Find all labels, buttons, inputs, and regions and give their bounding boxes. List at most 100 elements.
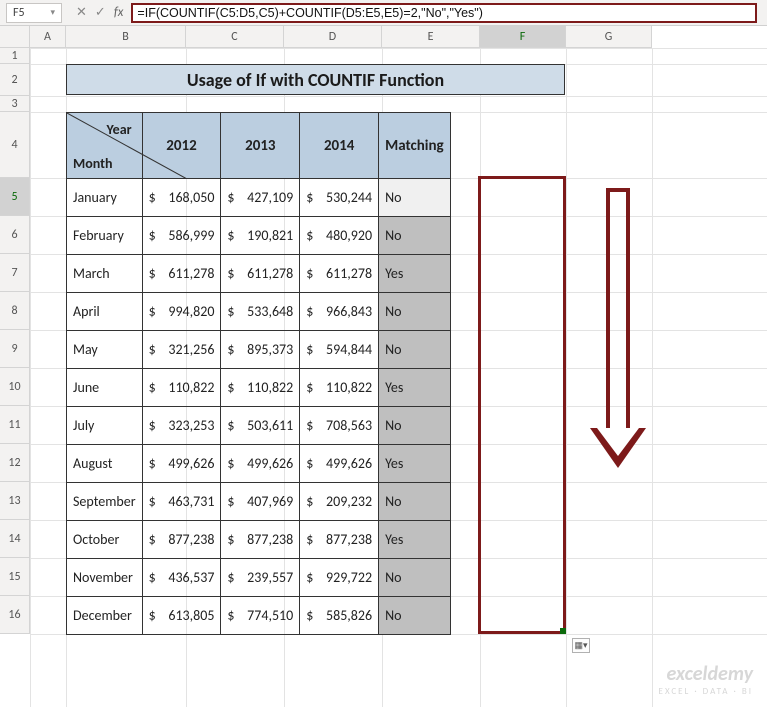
column-header-B[interactable]: B (66, 26, 186, 48)
row-header-4[interactable]: 4 (0, 112, 30, 178)
row-header-9[interactable]: 9 (0, 330, 30, 368)
title-banner: Usage of If with COUNTIF Function (66, 64, 565, 95)
cell-month[interactable]: June (67, 369, 143, 407)
row-header-14[interactable]: 14 (0, 520, 30, 558)
column-header-E[interactable]: E (382, 26, 480, 48)
cell-value[interactable]: $ 407,969 (221, 483, 300, 521)
column-header-F[interactable]: F (480, 26, 566, 48)
cell-matching[interactable]: No (379, 179, 451, 217)
cell-value[interactable]: $ 239,557 (221, 559, 300, 597)
cell-matching[interactable]: Yes (379, 445, 451, 483)
cell-month[interactable]: January (67, 179, 143, 217)
cell-value[interactable]: $ 463,731 (142, 483, 221, 521)
header-month-year: YearMonth (67, 113, 143, 179)
cell-matching[interactable]: No (379, 407, 451, 445)
name-box-dropdown-icon[interactable]: ▾ (50, 7, 55, 18)
cell-value[interactable]: $ 499,626 (142, 445, 221, 483)
cell-value[interactable]: $ 110,822 (221, 369, 300, 407)
cell-matching[interactable]: Yes (379, 521, 451, 559)
cell-value[interactable]: $ 436,537 (142, 559, 221, 597)
arrow-annotation (606, 188, 662, 468)
cell-month[interactable]: September (67, 483, 143, 521)
cell-value[interactable]: $ 209,232 (300, 483, 379, 521)
row-header-8[interactable]: 8 (0, 292, 30, 330)
cells-layer[interactable]: Usage of If with COUNTIF Function YearMon… (30, 48, 767, 707)
name-box[interactable]: F5 ▾ (6, 3, 62, 23)
row-header-13[interactable]: 13 (0, 482, 30, 520)
cell-value[interactable]: $ 585,826 (300, 597, 379, 635)
cell-value[interactable]: $ 499,626 (300, 445, 379, 483)
select-all-corner[interactable] (0, 26, 30, 48)
row-header-11[interactable]: 11 (0, 406, 30, 444)
cell-value[interactable]: $ 966,843 (300, 293, 379, 331)
cell-value[interactable]: $ 499,626 (221, 445, 300, 483)
cell-month[interactable]: July (67, 407, 143, 445)
cell-value[interactable]: $ 110,822 (142, 369, 221, 407)
cell-matching[interactable]: No (379, 597, 451, 635)
row-header-1[interactable]: 1 (0, 48, 30, 64)
cell-month[interactable]: December (67, 597, 143, 635)
cell-value[interactable]: $ 533,648 (221, 293, 300, 331)
enter-icon[interactable]: ✓ (95, 5, 106, 20)
cell-value[interactable]: $ 774,510 (221, 597, 300, 635)
formula-input[interactable] (137, 6, 751, 20)
table-row: July$ 323,253$ 503,611$ 708,563No (67, 407, 451, 445)
cell-value[interactable]: $ 323,253 (142, 407, 221, 445)
cell-value[interactable]: $ 427,109 (221, 179, 300, 217)
cell-value[interactable]: $ 929,722 (300, 559, 379, 597)
column-header-C[interactable]: C (186, 26, 284, 48)
row-header-3[interactable]: 3 (0, 96, 30, 112)
row-header-12[interactable]: 12 (0, 444, 30, 482)
cell-month[interactable]: November (67, 559, 143, 597)
grid-area: ABCDEFG Usage of If with COUNTIF Functio… (30, 26, 767, 707)
row-header-7[interactable]: 7 (0, 254, 30, 292)
cell-matching[interactable]: No (379, 331, 451, 369)
autofill-options-button[interactable]: ▦▾ (572, 638, 590, 653)
column-header-A[interactable]: A (30, 26, 66, 48)
cell-value[interactable]: $ 110,822 (300, 369, 379, 407)
cell-matching[interactable]: No (379, 483, 451, 521)
column-header-G[interactable]: G (566, 26, 652, 48)
cell-matching[interactable]: Yes (379, 255, 451, 293)
cell-value[interactable]: $ 594,844 (300, 331, 379, 369)
cell-value[interactable]: $ 611,278 (142, 255, 221, 293)
row-header-5[interactable]: 5 (0, 178, 30, 216)
fx-icon[interactable]: fx (114, 5, 124, 20)
cell-month[interactable]: April (67, 293, 143, 331)
row-header-6[interactable]: 6 (0, 216, 30, 254)
cell-month[interactable]: May (67, 331, 143, 369)
cell-value[interactable]: $ 994,820 (142, 293, 221, 331)
row-header-2[interactable]: 2 (0, 64, 30, 96)
cell-value[interactable]: $ 895,373 (221, 331, 300, 369)
cell-value[interactable]: $ 480,920 (300, 217, 379, 255)
cell-matching[interactable]: No (379, 217, 451, 255)
cell-value[interactable]: $ 877,238 (300, 521, 379, 559)
cell-value[interactable]: $ 613,805 (142, 597, 221, 635)
row-header-10[interactable]: 10 (0, 368, 30, 406)
cell-value[interactable]: $ 321,256 (142, 331, 221, 369)
cell-month[interactable]: March (67, 255, 143, 293)
column-header-D[interactable]: D (284, 26, 382, 48)
cell-value[interactable]: $ 708,563 (300, 407, 379, 445)
cell-value[interactable]: $ 611,278 (300, 255, 379, 293)
cell-month[interactable]: August (67, 445, 143, 483)
cell-value[interactable]: $ 168,050 (142, 179, 221, 217)
header-y2: 2013 (221, 113, 300, 179)
cell-matching[interactable]: No (379, 559, 451, 597)
cancel-icon[interactable]: ✕ (76, 5, 87, 20)
cell-value[interactable]: $ 190,821 (221, 217, 300, 255)
cell-value[interactable]: $ 530,244 (300, 179, 379, 217)
table-row: December$ 613,805$ 774,510$ 585,826No (67, 597, 451, 635)
cell-month[interactable]: October (67, 521, 143, 559)
cell-value[interactable]: $ 503,611 (221, 407, 300, 445)
formula-bar-highlight (131, 3, 757, 23)
cell-value[interactable]: $ 877,238 (142, 521, 221, 559)
cell-matching[interactable]: No (379, 293, 451, 331)
row-header-15[interactable]: 15 (0, 558, 30, 596)
row-header-16[interactable]: 16 (0, 596, 30, 634)
cell-month[interactable]: February (67, 217, 143, 255)
cell-matching[interactable]: Yes (379, 369, 451, 407)
cell-value[interactable]: $ 877,238 (221, 521, 300, 559)
cell-value[interactable]: $ 586,999 (142, 217, 221, 255)
cell-value[interactable]: $ 611,278 (221, 255, 300, 293)
